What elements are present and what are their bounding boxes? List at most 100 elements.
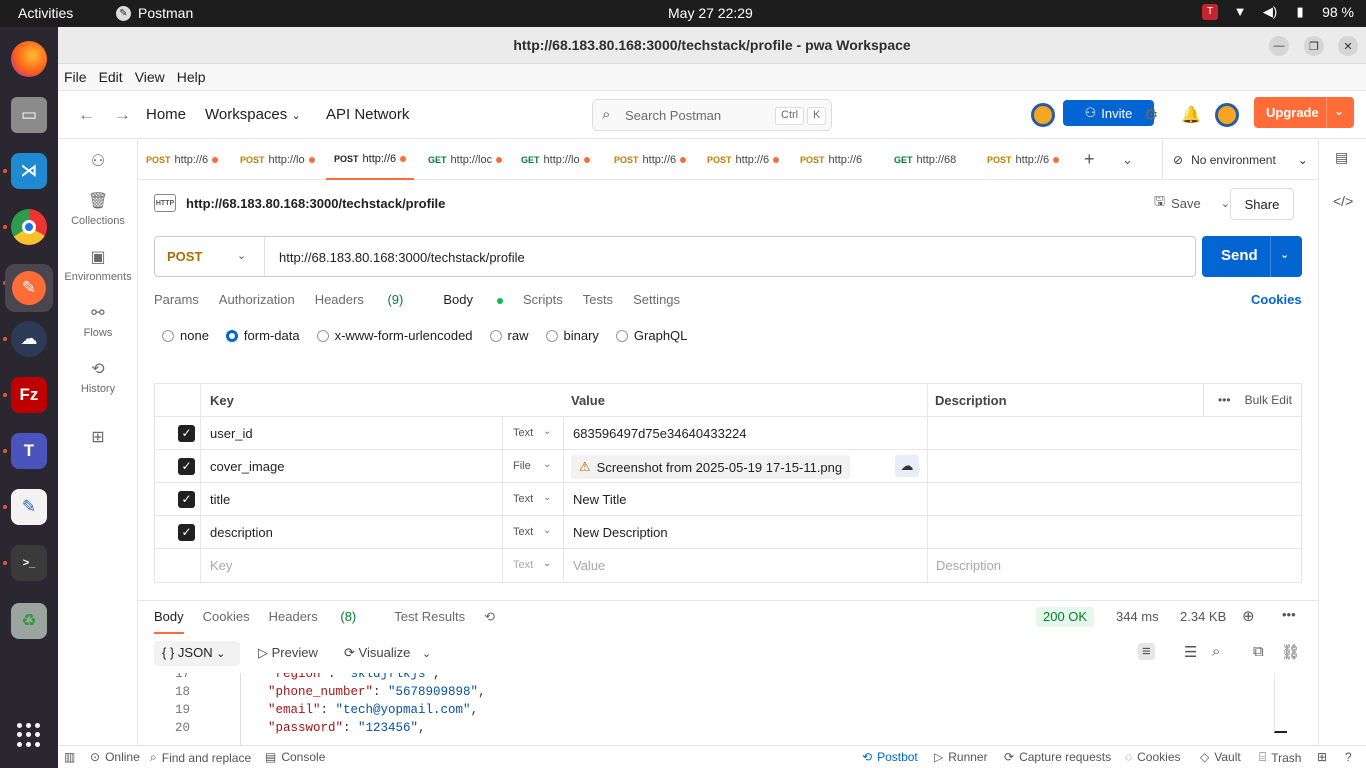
teams-icon[interactable]: T (11, 433, 47, 469)
tab-scripts[interactable]: Scripts (523, 292, 563, 307)
teams-tray-icon[interactable]: T (1202, 4, 1219, 20)
tabs-overflow-chevron-icon[interactable]: ⌄ (1122, 139, 1142, 180)
preview-button[interactable]: ▷ Preview (258, 645, 318, 661)
row-key[interactable]: cover_image (210, 459, 284, 474)
body-type-raw[interactable]: raw (489, 328, 529, 343)
upgrade-button[interactable]: Upgrade ⌄ (1254, 97, 1354, 128)
resp-tab-cookies[interactable]: Cookies (203, 609, 250, 634)
code-snippet-icon[interactable]: </> (1333, 193, 1353, 209)
vault-button[interactable]: ◇ Vault (1200, 750, 1241, 764)
window-titlebar[interactable]: http://68.183.80.168:3000/techstack/prof… (58, 27, 1366, 64)
send-chevron-icon[interactable]: ⌄ (1280, 248, 1289, 261)
text-editor-icon[interactable]: ✎ (11, 489, 47, 525)
api-network-link[interactable]: API Network (326, 106, 409, 123)
body-type-graphql[interactable]: GraphQL (615, 328, 687, 343)
environment-quicklook-icon[interactable]: ▤ (1335, 149, 1348, 166)
cloud-upload-icon[interactable]: ☁ (895, 455, 919, 477)
value-placeholder[interactable]: Value (573, 558, 605, 573)
key-placeholder[interactable]: Key (210, 558, 232, 573)
capture-requests-button[interactable]: ⟳ Capture requests (1004, 750, 1111, 764)
upgrade-chevron-icon[interactable]: ⌄ (1334, 104, 1344, 118)
request-tab[interactable]: GET http://lo (521, 139, 611, 180)
response-body-code[interactable]: 17 "region": "skldjflkjs", 18 "phone_num… (138, 673, 1288, 746)
tab-params[interactable]: Params (154, 292, 199, 307)
more-options-icon[interactable]: ••• (1282, 607, 1296, 622)
sidebar-item-collections[interactable]: 🗑 Collections (58, 191, 138, 227)
row-key[interactable]: description (210, 525, 273, 540)
layout-grid-icon[interactable]: ⊞ (1317, 750, 1327, 764)
back-arrow-icon[interactable]: ← (78, 105, 95, 125)
sidebar-item-history[interactable]: ⟲ History (58, 359, 138, 395)
maximize-button[interactable]: ❐ (1304, 36, 1324, 56)
method-selector[interactable]: POST (167, 249, 202, 264)
resp-tab-body[interactable]: Body (154, 609, 184, 634)
response-time[interactable]: 344 ms (1116, 609, 1159, 624)
row-value[interactable]: New Title (573, 492, 626, 507)
sidebar-item-flows[interactable]: ⚯ Flows (58, 303, 138, 339)
tab-body[interactable]: Body (443, 292, 503, 307)
type-selector[interactable]: Text ⌄ (502, 516, 564, 548)
workspaces-menu[interactable]: Workspaces ⌄ (205, 106, 301, 123)
activities-button[interactable]: Activities (18, 5, 73, 21)
toggle-sidebar-icon[interactable]: ▥ (64, 750, 75, 764)
menu-edit[interactable]: Edit (99, 69, 129, 85)
close-button[interactable]: ✕ (1338, 36, 1358, 56)
copy-icon[interactable]: ⧉ (1253, 643, 1264, 660)
resp-tab-test-results[interactable]: Test Results (394, 609, 465, 634)
body-type-none[interactable]: none (162, 328, 209, 343)
resp-tab-headers[interactable]: Headers (8) (269, 609, 376, 634)
row-key[interactable]: title (210, 492, 230, 507)
filter-icon[interactable]: ☰ (1184, 643, 1197, 661)
request-tab[interactable]: POST http://6 (707, 139, 797, 180)
runner-button[interactable]: ▷ Runner (934, 750, 988, 764)
console-button[interactable]: ▤ Console (265, 750, 325, 764)
bulk-edit-button[interactable]: ••• Bulk Edit (1203, 384, 1292, 416)
method-chevron-icon[interactable]: ⌄ (237, 249, 246, 262)
filezilla-icon[interactable]: Fz (11, 377, 47, 413)
row-value[interactable]: 683596497d75e34640433224 (573, 426, 747, 441)
row-checkbox[interactable]: ✓ (178, 491, 195, 508)
request-title[interactable]: http://68.183.80.168:3000/techstack/prof… (186, 196, 445, 211)
cookies-link[interactable]: Cookies (1251, 292, 1302, 307)
minimize-button[interactable]: — (1269, 36, 1289, 56)
body-type-form-data[interactable]: form-data (225, 328, 300, 343)
type-selector[interactable]: Text ⌄ (502, 483, 564, 515)
files-icon[interactable]: ▭ (11, 97, 47, 133)
type-selector[interactable]: Text ⌄ (502, 417, 564, 449)
menu-help[interactable]: Help (177, 69, 212, 85)
row-checkbox[interactable]: ✓ (178, 524, 195, 541)
history-clock-icon[interactable]: ⟲ (484, 609, 495, 634)
save-button[interactable]: 🖫 Save ⌄ (1154, 192, 1230, 214)
tab-headers[interactable]: Headers (9) (315, 292, 424, 307)
format-selector[interactable]: { } JSON ⌄ (154, 641, 240, 666)
forward-arrow-icon[interactable]: → (114, 105, 131, 125)
request-tab[interactable]: POST http://lo (240, 139, 328, 180)
trash-dock-icon[interactable]: ♻ (11, 603, 47, 639)
sidebar-item-environments[interactable]: ▣ Environments (58, 247, 138, 283)
terminal-icon[interactable]: >_ (11, 545, 47, 581)
postbot-button[interactable]: ⟲ Postbot (862, 750, 918, 764)
user-avatar[interactable] (1215, 103, 1239, 127)
home-link[interactable]: Home (146, 106, 186, 123)
clock[interactable]: May 27 22:29 (668, 5, 753, 21)
request-tab[interactable]: POST http://6 (987, 139, 1077, 180)
response-size[interactable]: 2.34 KB (1180, 609, 1226, 624)
save-chevron-icon[interactable]: ⌄ (1221, 197, 1230, 210)
body-type-binary[interactable]: binary (545, 328, 599, 343)
menu-view[interactable]: View (135, 69, 171, 85)
description-placeholder[interactable]: Description (936, 558, 1001, 573)
type-selector[interactable]: File ⌄ (502, 450, 564, 482)
cloud-app-icon[interactable]: ☁ (11, 321, 47, 357)
trash-button[interactable]: ⌸ Trash (1259, 750, 1301, 765)
scrollbar[interactable] (1274, 673, 1287, 733)
invite-button[interactable]: ⚇ Invite (1063, 100, 1154, 126)
share-button[interactable]: Share (1230, 188, 1294, 220)
menu-file[interactable]: File (64, 69, 93, 85)
chrome-icon[interactable] (11, 209, 47, 245)
request-tab[interactable]: GET http://loc (428, 139, 518, 180)
app-menu[interactable]: ✎ Postman (116, 5, 193, 21)
request-tab-active[interactable]: POST http://6 (326, 139, 414, 180)
request-tab[interactable]: POST http://6 (800, 139, 880, 180)
row-checkbox[interactable]: ✓ (178, 425, 195, 442)
request-tab[interactable]: POST http://6 (146, 139, 234, 180)
